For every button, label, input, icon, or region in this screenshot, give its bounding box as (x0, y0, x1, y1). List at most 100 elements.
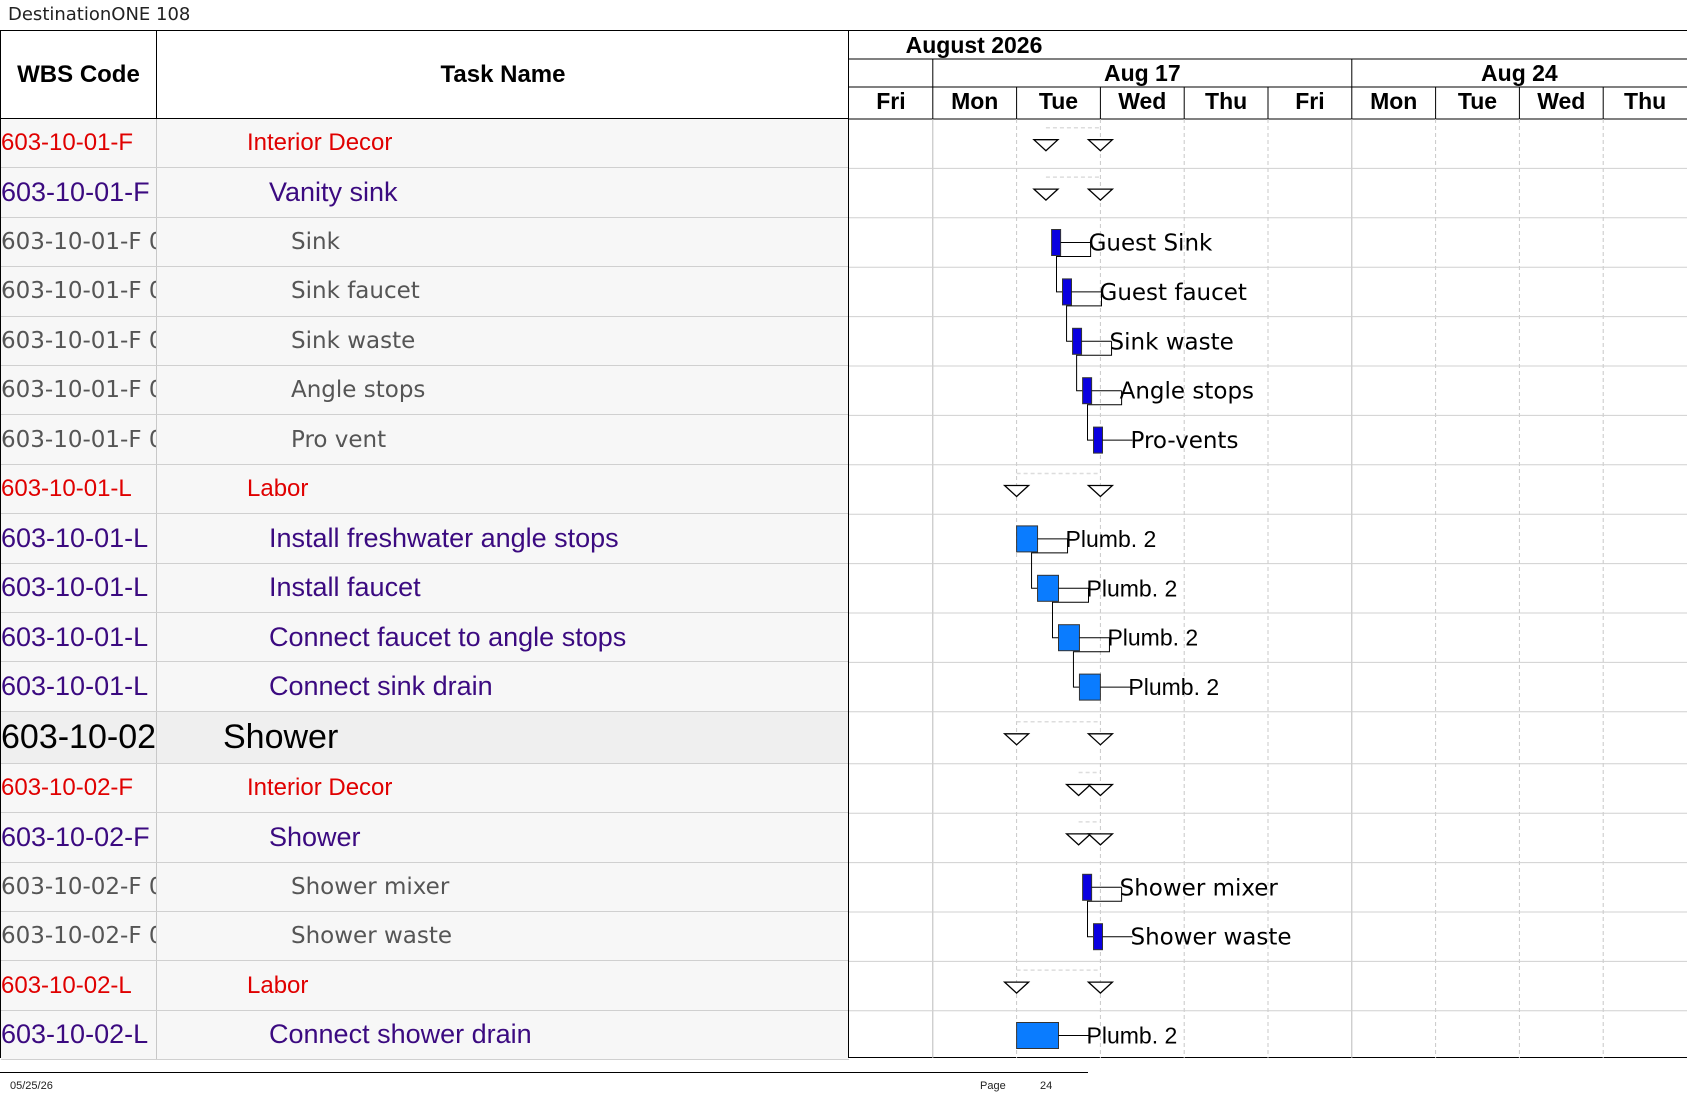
bar-label: Guest Sink (1089, 231, 1213, 257)
bar-label: Plumb. 2 (1128, 674, 1219, 700)
wbs-code-cell[interactable]: 603-10-01-F 0 (1, 267, 157, 316)
task-row[interactable]: 603-10-01-F 0 Sink faucet (1, 267, 849, 317)
task-row[interactable]: 603-10-02-L Labor (1, 961, 849, 1011)
bar-label: Shower mixer (1120, 875, 1279, 901)
task-row[interactable]: 603-10-01-L Install freshwater angle stop… (1, 514, 849, 564)
timescale-week-label: Aug 17 (1104, 60, 1181, 86)
task-row[interactable]: 603-10-02-F Interior Decor (1, 763, 849, 814)
wbs-code-cell[interactable]: 603-10-01-L (1, 464, 157, 514)
bar-label: Plumb. 2 (1066, 526, 1157, 552)
summary-marker (1086, 139, 1115, 152)
task-row[interactable]: 603-10-01-L Labor (1, 464, 849, 515)
task-name-cell[interactable]: Connect sink drain (269, 662, 493, 710)
task-name-cell[interactable]: Labor (247, 961, 308, 1009)
wbs-code-cell[interactable]: 603-10-02 (1, 711, 157, 763)
gantt-table: WBS Code Task Name 603-10-01-F Interior D… (0, 30, 1687, 1061)
task-name-cell[interactable]: Connect shower drain (269, 1011, 532, 1059)
wbs-code-cell[interactable]: 603-10-02-L (1, 961, 157, 1010)
task-table: WBS Code Task Name 603-10-01-F Interior D… (0, 30, 849, 1061)
summary-marker (1086, 981, 1115, 994)
summary-marker (1002, 981, 1031, 994)
wbs-code-cell[interactable]: 603-10-01-F (1, 119, 157, 168)
task-row[interactable]: 603-10-01-L Connect faucet to angle stops (1, 613, 849, 663)
task-row[interactable]: 603-10-01-F 0 Pro vent (1, 415, 849, 465)
task-bar (1051, 229, 1062, 256)
task-name-cell[interactable]: Sink faucet (291, 267, 420, 315)
task-row[interactable]: 603-10-02-F Shower (1, 813, 849, 863)
wbs-code-cell[interactable]: 603-10-01-F 0 (1, 217, 157, 267)
summary-marker (1086, 484, 1115, 498)
timescale-day-label: Fri (1295, 88, 1324, 114)
timescale-day-label: Mon (951, 88, 998, 114)
timescale-day-label: Fri (876, 88, 905, 114)
task-bar (1082, 377, 1093, 405)
wbs-code-cell[interactable]: 603-10-01-L (1, 662, 157, 711)
task-row[interactable]: 603-10-01-F Vanity sink (1, 168, 849, 218)
summary-marker (1002, 733, 1031, 746)
wbs-code-cell[interactable]: 603-10-02-L (1, 1010, 157, 1060)
task-row[interactable]: 603-10-02 Shower (1, 711, 849, 764)
wbs-code-cell[interactable]: 603-10-01-F 0 (1, 316, 157, 365)
timescale-day-label: Thu (1205, 88, 1247, 114)
task-row[interactable]: 603-10-02-L Connect shower drain (1, 1010, 849, 1061)
footer-date: 05/25/26 (10, 1080, 53, 1092)
task-name-cell[interactable]: Connect faucet to angle stops (269, 613, 626, 661)
wbs-code-cell[interactable]: 603-10-01-F 0 (1, 366, 157, 415)
summary-marker (1064, 833, 1093, 846)
task-name-cell[interactable]: Labor (247, 465, 308, 513)
wbs-code-cell[interactable]: 603-10-01-F (1, 168, 157, 217)
task-name-cell[interactable]: Shower mixer (291, 863, 449, 911)
task-bar (1072, 327, 1083, 355)
timescale-day-label: Tue (1039, 88, 1078, 114)
wbs-code-cell[interactable]: 603-10-01-L (1, 514, 157, 563)
task-row[interactable]: 603-10-01-F 0 Sink waste (1, 316, 849, 366)
task-row[interactable]: 603-10-01-L Install faucet (1, 563, 849, 613)
summary-marker (1086, 783, 1115, 797)
wbs-column-header[interactable]: WBS Code (1, 31, 157, 119)
timescale-day-label: Mon (1370, 88, 1417, 114)
gantt-chart-svg: August 2026 Aug 17 Aug 24 Fri Mon Tue Wed Thu Fr… (849, 32, 1687, 1061)
task-row[interactable]: 603-10-01-F Interior Decor (1, 119, 849, 169)
task-name-cell[interactable]: Interior Decor (247, 764, 392, 812)
gantt-chart: August 2026 Aug 17 Aug 24 Fri Mon Tue Wed Thu Fr… (848, 30, 1687, 1061)
task-name-column-header[interactable]: Task Name (157, 31, 849, 119)
bar-label: Shower waste (1131, 925, 1292, 951)
summary-marker (1032, 188, 1060, 201)
wbs-code-cell[interactable]: 603-10-02-F 0 (1, 912, 157, 961)
task-name-cell[interactable]: Shower (269, 813, 361, 861)
task-row[interactable]: 603-10-01-L Connect sink drain (1, 662, 849, 712)
wbs-code-cell[interactable]: 603-10-01-L (1, 613, 157, 662)
timescale-week-label: Aug 24 (1481, 60, 1558, 86)
wbs-code-cell[interactable]: 603-10-01-F 0 (1, 415, 157, 464)
task-name-cell[interactable]: Interior Decor (247, 119, 392, 167)
task-row[interactable]: 603-10-01-F 0 Sink (1, 217, 849, 268)
task-name-cell[interactable]: Angle stops (291, 366, 425, 414)
footer-page-number: 24 (1040, 1080, 1053, 1092)
footer-page-label: Page (980, 1080, 1006, 1092)
summary-marker (1002, 484, 1031, 498)
labor-bar (1016, 525, 1039, 553)
timescale-month-label: August 2026 (906, 32, 1043, 58)
bar-label: Guest faucet (1100, 280, 1247, 306)
wbs-code-cell[interactable]: 603-10-01-L (1, 563, 157, 612)
task-row[interactable]: 603-10-02-F 0 Shower mixer (1, 862, 849, 912)
wbs-code-cell[interactable]: 603-10-02-F 0 (1, 862, 157, 911)
task-name-cell[interactable]: Vanity sink (269, 168, 398, 216)
timescale-day-label: Wed (1118, 88, 1166, 114)
bar-label: Pro-vents (1131, 428, 1239, 454)
task-name-cell[interactable]: Pro vent (291, 415, 386, 463)
wbs-code-cell[interactable]: 603-10-02-F (1, 813, 157, 862)
task-name-cell[interactable]: Sink waste (291, 317, 415, 365)
bar-label: Plumb. 2 (1087, 575, 1178, 601)
task-name-cell[interactable]: Shower waste (291, 912, 452, 960)
task-name-cell[interactable]: Shower (223, 712, 338, 763)
task-row[interactable]: 603-10-01-F 0 Angle stops (1, 366, 849, 416)
summary-marker (1086, 833, 1115, 846)
bar-label: Plumb. 2 (1107, 625, 1198, 651)
task-name-cell[interactable]: Install freshwater angle stops (269, 514, 619, 562)
task-name-cell[interactable]: Install faucet (269, 564, 421, 612)
task-bar (1093, 923, 1104, 951)
task-name-cell[interactable]: Sink (291, 218, 340, 266)
wbs-code-cell[interactable]: 603-10-02-F (1, 763, 157, 813)
task-row[interactable]: 603-10-02-F 0 Shower waste (1, 912, 849, 962)
